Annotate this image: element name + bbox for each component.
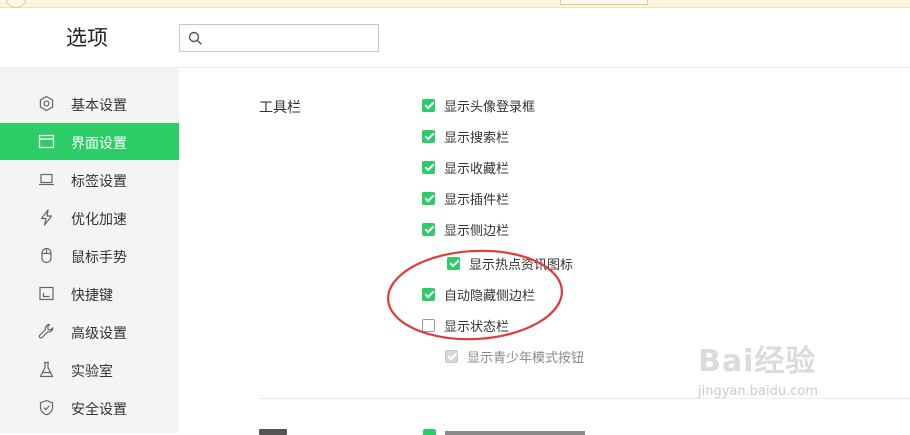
show-avatar-login-option[interactable]: 显示头像登录框 (422, 95, 535, 115)
show-teen-mode-button-option: 显示青少年模式按钮 (445, 346, 584, 366)
show-search-bar-option[interactable]: 显示搜索栏 (422, 126, 509, 146)
option-label: 显示插件栏 (444, 192, 510, 208)
show-bookmarks-bar-option[interactable]: 显示收藏栏 (422, 157, 509, 177)
sidebar-item-advanced[interactable]: 高级设置 (0, 313, 179, 350)
checkbox[interactable] (422, 318, 435, 332)
checkbox (445, 349, 458, 363)
search-box[interactable] (179, 24, 379, 52)
browser-logo-icon (6, 0, 26, 8)
option-label: 显示状态栏 (444, 319, 510, 335)
sidebar-item-label: 实验室 (71, 364, 113, 380)
options-header: 选项 (0, 8, 910, 68)
settings-content: 工具栏 显示头像登录框 显示搜索栏 显示收藏栏 显示插件栏 显示侧边栏 显示热点… (179, 68, 910, 435)
option-label: 显示热点资讯图标 (469, 257, 574, 273)
sidebar: 基本设置 界面设置 标签设置 优化加速 鼠标手势 快捷键 高级设置 实验室 安全… (0, 68, 179, 433)
browser-top-bar (0, 0, 910, 8)
option-label: 显示青少年模式按钮 (467, 350, 585, 366)
option-label: 显示搜索栏 (444, 130, 510, 146)
sidebar-item-label: 优化加速 (71, 212, 127, 228)
option-label: 自动隐藏侧边栏 (444, 288, 536, 304)
laptop-icon (39, 173, 54, 186)
mouse-icon (41, 247, 52, 264)
sidebar-item-label: 鼠标手势 (71, 250, 127, 266)
window-icon (38, 134, 55, 149)
sidebar-item-shortcuts[interactable]: 快捷键 (0, 275, 179, 312)
sidebar-item-label: 快捷键 (71, 288, 113, 304)
sidebar-item-label: 高级设置 (71, 326, 127, 342)
next-section-title-cutoff (259, 427, 299, 435)
checkbox[interactable] (422, 191, 435, 205)
lightning-icon (40, 209, 53, 226)
page-title: 选项 (66, 26, 108, 50)
sidebar-item-label: 基本设置 (71, 98, 127, 114)
sidebar-item-mouse-gesture[interactable]: 鼠标手势 (0, 237, 179, 274)
search-input[interactable] (208, 28, 372, 48)
show-status-bar-option[interactable]: 显示状态栏 (422, 315, 509, 335)
show-sidebar-option[interactable]: 显示侧边栏 (422, 219, 509, 239)
toolbar-section-title: 工具栏 (259, 100, 301, 116)
checkbox[interactable] (422, 129, 435, 143)
browser-tab-edge[interactable] (560, 0, 648, 5)
shield-icon (39, 399, 54, 416)
sidebar-item-tabs[interactable]: 标签设置 (0, 161, 179, 198)
show-extensions-bar-option[interactable]: 显示插件栏 (422, 188, 509, 208)
flask-icon (39, 361, 54, 378)
sidebar-item-label: 安全设置 (71, 402, 127, 418)
sidebar-item-basic[interactable]: 基本设置 (0, 85, 179, 122)
auto-hide-sidebar-option[interactable]: 自动隐藏侧边栏 (422, 284, 535, 304)
checkbox[interactable] (422, 222, 435, 236)
sidebar-item-label: 界面设置 (71, 136, 127, 152)
option-label: 显示收藏栏 (444, 161, 510, 177)
sidebar-item-security[interactable]: 安全设置 (0, 389, 179, 426)
sidebar-item-optimize[interactable]: 优化加速 (0, 199, 179, 236)
checkbox[interactable] (422, 287, 435, 301)
option-label: 显示侧边栏 (444, 223, 510, 239)
checkbox[interactable] (447, 256, 460, 270)
wrench-icon (38, 323, 54, 339)
section-divider (259, 398, 910, 399)
shortcut-icon (39, 286, 54, 301)
checkbox[interactable] (422, 98, 435, 112)
next-section-option-cutoff[interactable] (423, 429, 585, 435)
option-label: 显示头像登录框 (444, 99, 536, 115)
sidebar-item-lab[interactable]: 实验室 (0, 351, 179, 388)
sidebar-item-label: 标签设置 (71, 174, 127, 190)
checkbox[interactable] (422, 160, 435, 174)
gear-icon (39, 95, 54, 112)
search-icon (188, 31, 202, 45)
show-hot-news-icon-option[interactable]: 显示热点资讯图标 (447, 253, 573, 273)
sidebar-item-interface[interactable]: 界面设置 (0, 123, 179, 160)
